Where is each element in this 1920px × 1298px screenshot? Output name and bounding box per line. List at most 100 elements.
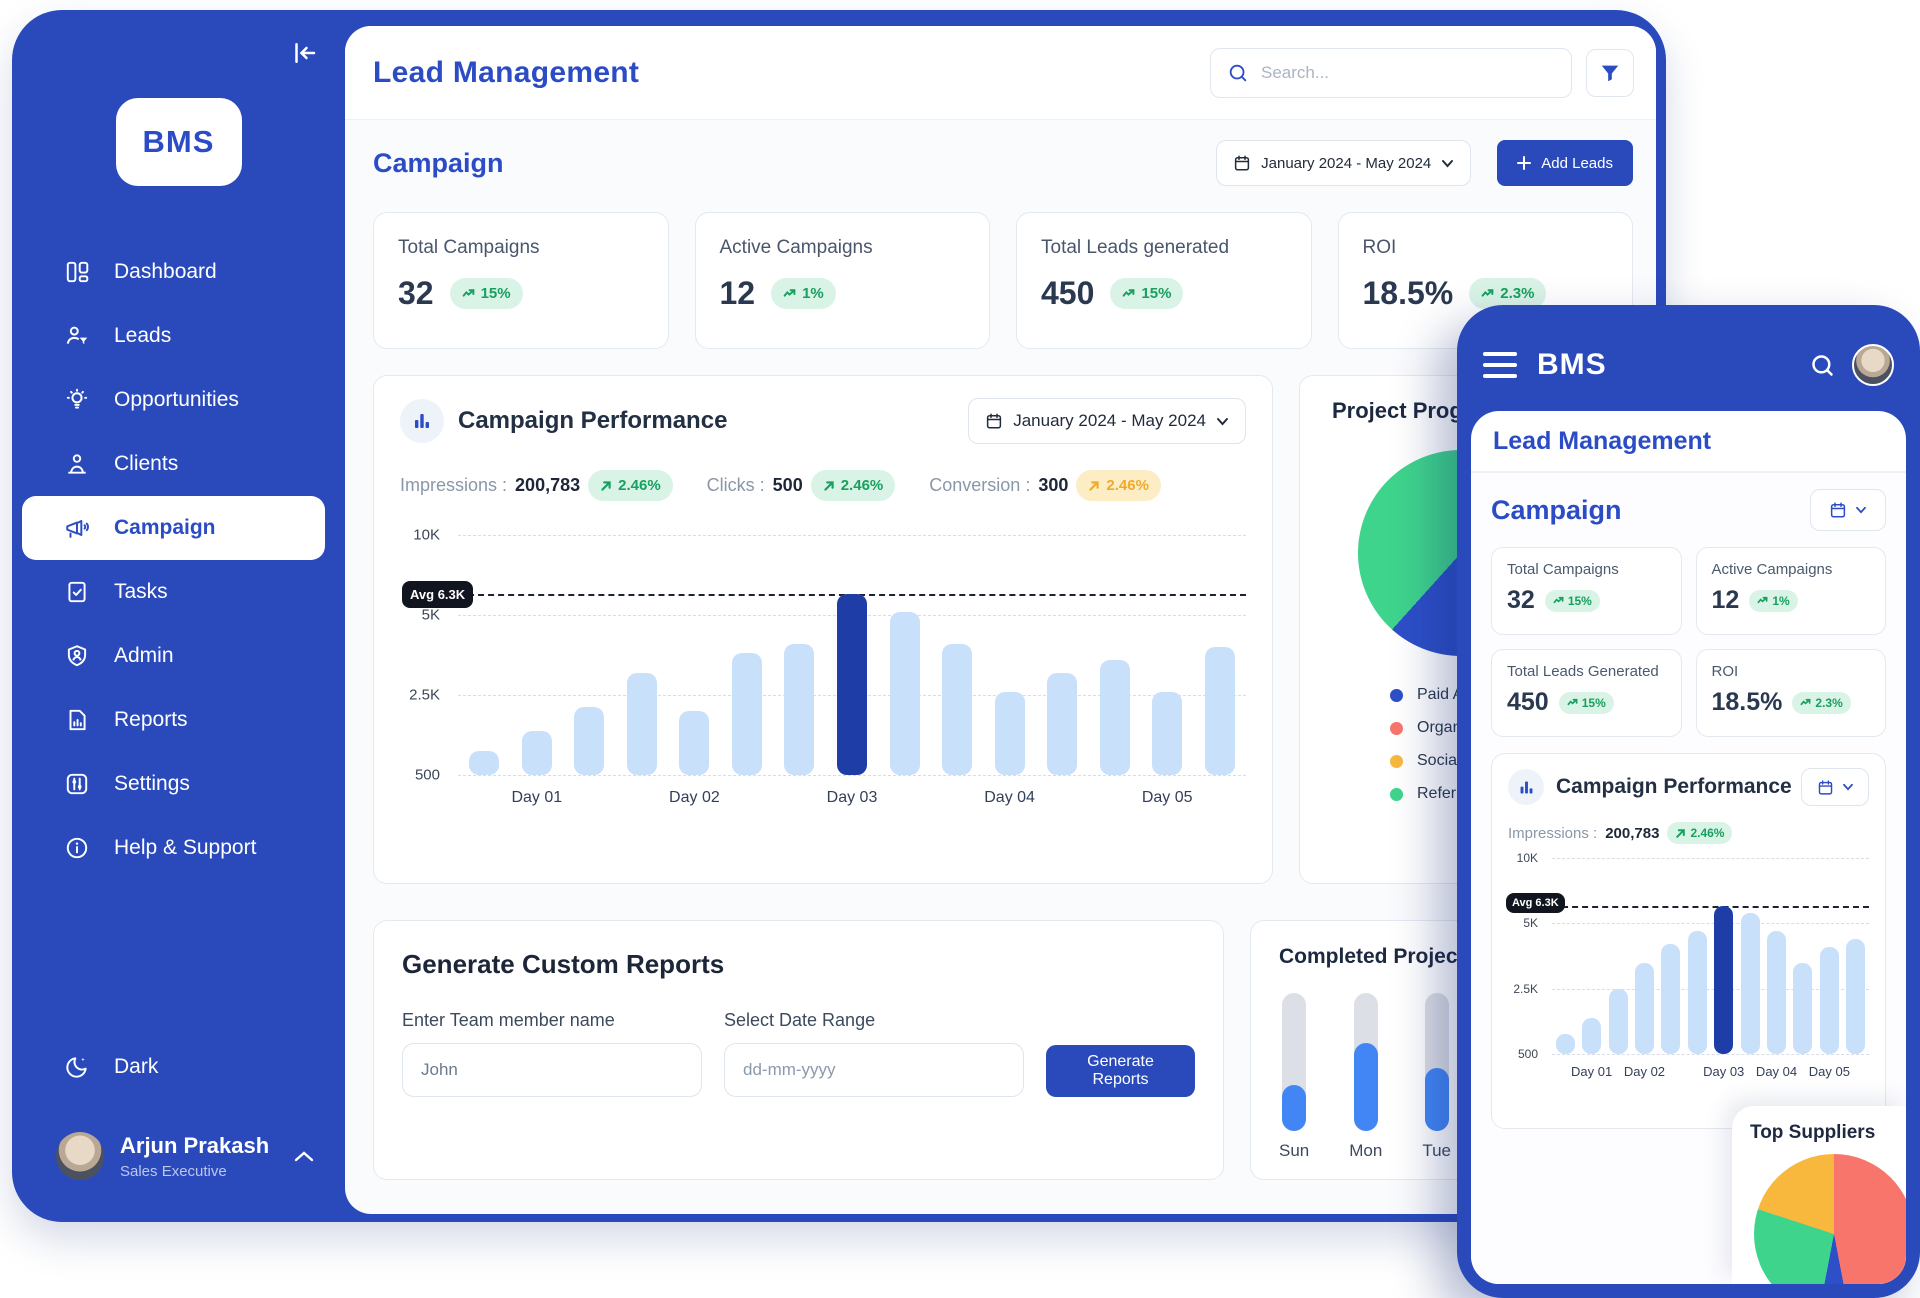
date-range-dropdown[interactable]: January 2024 - May 2024 [1216,140,1471,186]
average-label: Avg 6.3K [402,581,473,608]
x-tick-label: Day 02 [669,789,720,807]
stat-cards: Total Campaigns 32 15% Active Campaigns … [373,212,1633,349]
hamburger-menu-icon[interactable] [1483,352,1517,378]
x-tick-label: Day 03 [1703,1064,1744,1079]
trend-badge: 2.46% [588,470,673,501]
add-leads-button[interactable]: Add Leads [1497,140,1633,186]
progress-label: Tue [1422,1141,1451,1161]
dark-mode-toggle[interactable]: Dark [64,1054,158,1080]
top-suppliers-pie [1754,1154,1906,1284]
bar [679,711,709,775]
bar [522,731,552,775]
leads-icon [64,323,90,349]
mobile-content: Campaign Total Campaigns 32 15% Active C… [1471,473,1906,1284]
avatar[interactable] [1852,344,1894,386]
sidebar-item-reports[interactable]: Reports [12,688,345,752]
collapse-sidebar-icon[interactable] [289,38,319,68]
performance-date-dropdown[interactable]: January 2024 - May 2024 [968,398,1246,444]
sidebar-item-dashboard[interactable]: Dashboard [12,240,345,304]
generate-reports-button[interactable]: Generate Reports [1046,1045,1195,1097]
bar [1635,963,1654,1054]
x-tick-label: Day 04 [984,789,1035,807]
x-tick-label: Day 05 [1809,1064,1850,1079]
y-axis: 10K5K2.5K500 [1508,858,1546,1054]
sidebar-item-opportunities[interactable]: Opportunities [12,368,345,432]
sidebar-item-label: Clients [114,452,178,476]
sidebar-item-admin[interactable]: Admin [12,624,345,688]
bar [1661,944,1680,1054]
stat-card-total-campaigns: Total Campaigns 32 15% [373,212,669,349]
date-range-input[interactable] [724,1043,1024,1097]
search-input[interactable] [1261,63,1555,83]
progress-column: Sun [1279,993,1309,1161]
chart-title: Top Suppliers [1750,1122,1906,1144]
progress-fill [1354,1043,1378,1131]
stat-card-total-leads: Total Leads Generated 450 15% [1491,649,1682,737]
trend-badge: 15% [1110,278,1183,309]
trend-badge: 2.46% [811,470,896,501]
trend-badge: 15% [450,278,523,309]
x-tick-label: Day 05 [1142,789,1193,807]
bar [627,673,657,775]
trend-badge: 1% [1749,590,1797,612]
bar [1846,939,1865,1054]
mobile-header: BMS [1471,319,1906,411]
sidebar-item-settings[interactable]: Settings [12,752,345,816]
mobile-preview: BMS Lead Management Campaign Total Campa… [1457,305,1920,1298]
team-member-input[interactable] [402,1043,702,1097]
search-icon [1227,62,1249,84]
bar [1793,963,1812,1054]
progress-track [1354,993,1378,1131]
sidebar-item-label: Help & Support [114,836,256,860]
stat-card-roi: ROI 18.5% 2.3% [1696,649,1887,737]
mobile-stat-cards: Total Campaigns 32 15% Active Campaigns … [1491,547,1886,737]
sidebar-item-label: Campaign [114,516,216,540]
sidebar-nav: Dashboard Leads Opportunities Clients Ca… [12,240,345,880]
mobile-date-dropdown[interactable] [1810,489,1886,531]
progress-column: Mon [1349,993,1382,1161]
bar [469,751,499,775]
section-title: Campaign [373,148,504,179]
bar [732,653,762,775]
sidebar-item-campaign[interactable]: Campaign [22,496,325,560]
sidebar-item-leads[interactable]: Leads [12,304,345,368]
chevron-up-icon[interactable] [293,1149,315,1163]
filter-button[interactable] [1586,49,1634,97]
sidebar-item-label: Opportunities [114,388,239,412]
stat-card-active-campaigns: Active Campaigns 12 1% [695,212,991,349]
search-box[interactable] [1210,48,1572,98]
bar [1556,1034,1575,1054]
bar [1688,931,1707,1054]
sidebar-item-label: Dashboard [114,260,217,284]
bar [890,612,920,775]
mobile-page-title: Lead Management [1471,411,1906,473]
x-tick-label: Day 02 [1624,1064,1665,1079]
user-name: Arjun Prakash [120,1133,269,1159]
avatar [56,1132,104,1180]
y-tick-label: 500 [1518,1047,1538,1061]
sidebar-item-tasks[interactable]: Tasks [12,560,345,624]
clients-icon [64,451,90,477]
sidebar-item-help[interactable]: Help & Support [12,816,345,880]
sidebar-item-clients[interactable]: Clients [12,432,345,496]
gridline [1552,858,1869,859]
user-profile[interactable]: Arjun Prakash Sales Executive [56,1132,315,1180]
stat-value: 32 [398,275,434,312]
mobile-section-title: Campaign [1491,495,1622,526]
y-tick-label: 5K [422,607,440,624]
generate-reports-card: Generate Custom Reports Enter Team membe… [373,920,1224,1180]
stat-card-total-leads: Total Leads generated 450 15% [1016,212,1312,349]
legend-dot [1390,689,1403,702]
campaign-performance-card: Campaign Performance January 2024 - May … [373,375,1273,884]
stat-value: 450 [1041,275,1094,312]
search-icon[interactable] [1809,352,1836,379]
gridline [458,775,1246,776]
mobile-performance-date-dropdown[interactable] [1801,768,1869,806]
bar [784,644,814,775]
trend-badge: 15% [1545,590,1600,612]
date-range-value: January 2024 - May 2024 [1013,411,1206,431]
bar [1820,947,1839,1054]
mobile-performance-card: Campaign Performance Impressions : 200,7… [1491,753,1886,1129]
y-tick-label: 2.5K [1513,982,1538,996]
bar [1609,989,1628,1054]
